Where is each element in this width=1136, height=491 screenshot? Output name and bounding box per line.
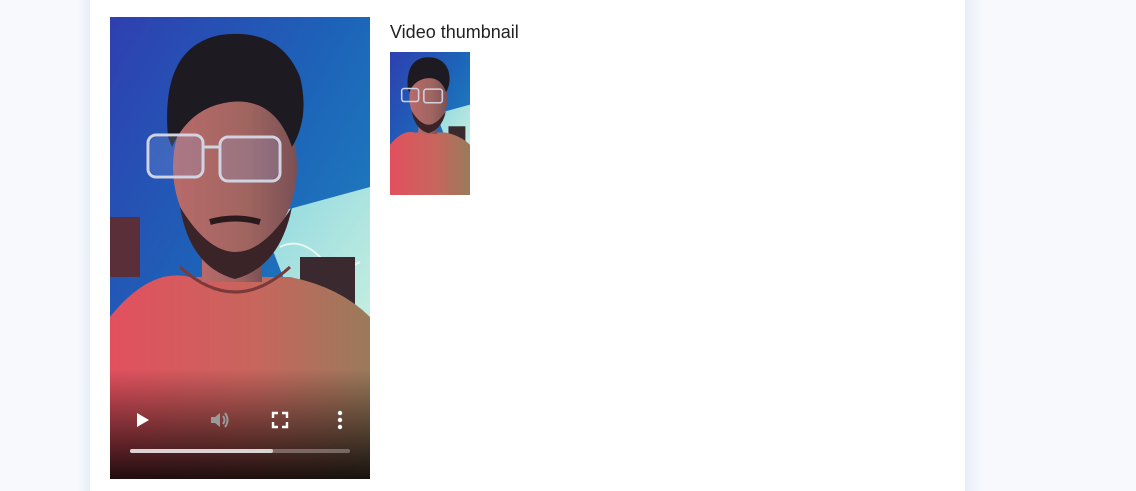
progress-fill — [130, 449, 273, 453]
video-thumbnail[interactable] — [390, 52, 470, 195]
thumbnail-image — [390, 52, 470, 195]
volume-icon — [211, 412, 229, 428]
play-icon — [137, 413, 149, 427]
more-vertical-icon — [337, 410, 343, 430]
content-card: Video thumbnail — [90, 0, 965, 491]
more-options-button[interactable] — [328, 408, 352, 432]
video-player[interactable] — [110, 17, 370, 479]
progress-bar[interactable] — [130, 449, 350, 453]
fullscreen-button[interactable] — [268, 408, 292, 432]
page-gutter-left — [78, 0, 90, 491]
fullscreen-icon — [271, 411, 289, 429]
thumbnail-heading: Video thumbnail — [390, 22, 519, 42]
play-button[interactable] — [130, 408, 154, 432]
page-gutter-right — [965, 0, 983, 491]
mute-button[interactable] — [208, 408, 232, 432]
